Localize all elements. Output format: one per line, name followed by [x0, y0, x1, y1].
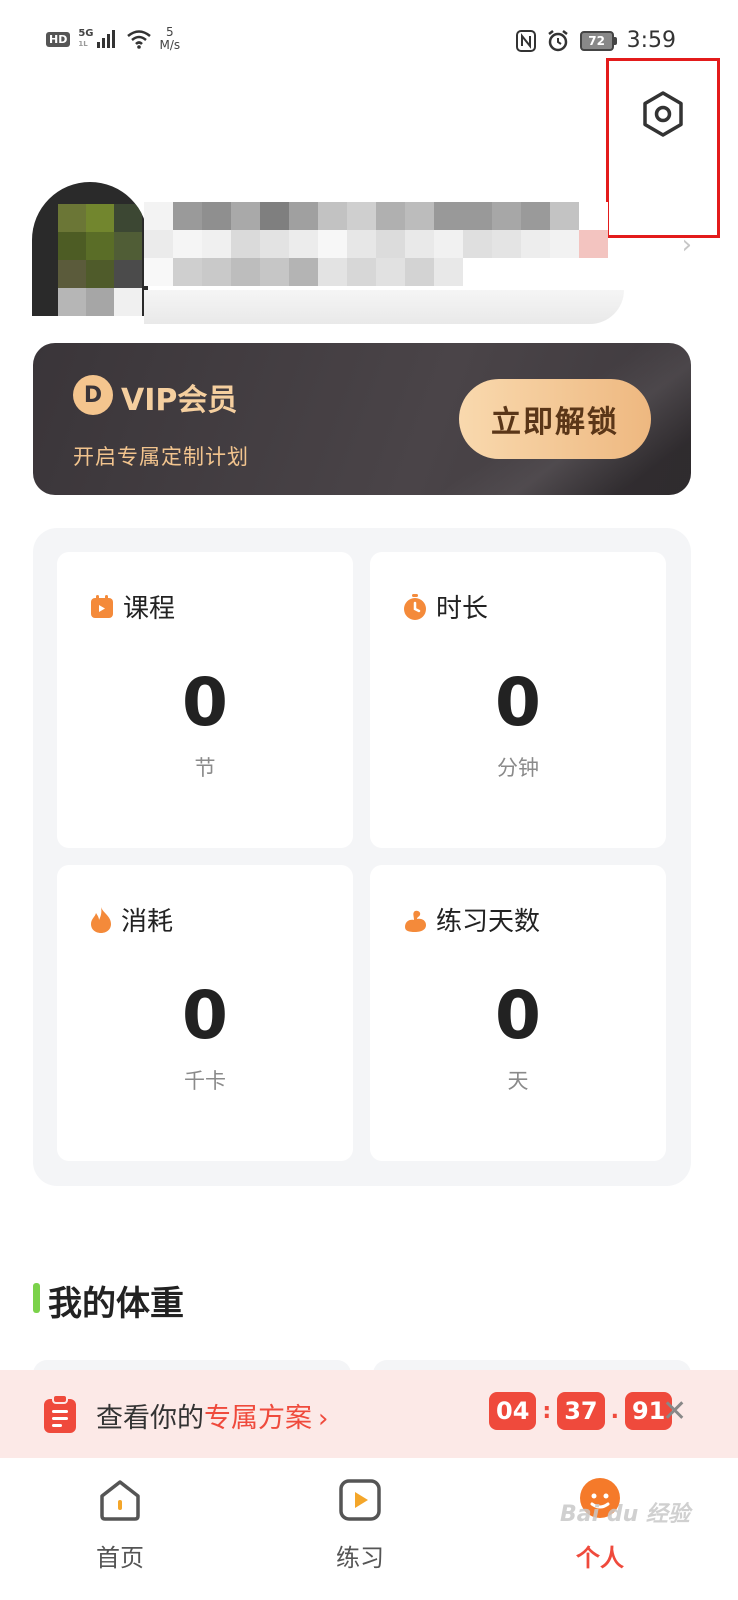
- stat-label: 时长: [436, 594, 489, 624]
- stat-unit: 天: [507, 1069, 529, 1093]
- network-speed: 5 M/s: [160, 26, 181, 52]
- bottom-navigation: 首页 练习 个人 Bai du 经验: [0, 1458, 738, 1600]
- timer-minutes: 04: [489, 1392, 537, 1430]
- status-right: 72 3:59: [515, 28, 676, 53]
- stat-value: 0: [182, 977, 228, 1054]
- battery-tip: [613, 36, 617, 45]
- wifi-icon: [126, 30, 151, 49]
- promo-text[interactable]: 查看你的专属方案 ›: [96, 1396, 328, 1435]
- timer-separator: :: [542, 1398, 552, 1424]
- nav-label: 首页: [96, 1544, 144, 1572]
- nav-item-home[interactable]: 首页: [60, 1476, 180, 1573]
- signal-icon: [96, 30, 115, 48]
- stat-card-calories[interactable]: 消耗 0 千卡: [57, 865, 353, 1161]
- vip-title: VIP会员: [121, 383, 238, 418]
- status-time: 3:59: [626, 28, 676, 53]
- vip-subtitle: 开启专属定制计划: [73, 445, 249, 469]
- countdown-timer: 04 : 37 . 91: [489, 1392, 673, 1430]
- calendar-icon: [91, 594, 113, 618]
- weight-section-title: 我的体重: [48, 1284, 184, 1324]
- nav-label: 个人: [576, 1544, 624, 1572]
- stat-value: 0: [495, 977, 541, 1054]
- watermark: Bai du 经验: [560, 1502, 690, 1527]
- home-icon: [100, 1480, 140, 1521]
- stat-card-practice-days[interactable]: 练习天数 0 天: [370, 865, 666, 1161]
- avatar[interactable]: [32, 182, 148, 316]
- stat-label: 课程: [123, 594, 176, 624]
- promo-text-prefix: 查看你的: [96, 1403, 204, 1434]
- unlock-vip-button[interactable]: 立即解锁: [459, 379, 651, 459]
- muscle-icon: [405, 910, 426, 932]
- stat-unit: 千卡: [184, 1069, 226, 1093]
- stat-value: 0: [182, 664, 228, 741]
- battery-level: 72: [579, 30, 614, 51]
- stat-value: 0: [495, 664, 541, 741]
- timer-seconds: 37: [557, 1392, 605, 1430]
- profile-chevron-icon: ›: [681, 230, 692, 260]
- clipboard-icon: [44, 1394, 76, 1433]
- stat-card-courses[interactable]: 课程 0 节: [57, 552, 353, 848]
- vip-card[interactable]: D VIP会员 开启专属定制计划 立即解锁: [33, 343, 691, 495]
- promo-text-highlight: 专属方案: [204, 1403, 312, 1434]
- vip-logo-icon: D: [73, 375, 113, 415]
- alarm-icon: [547, 29, 568, 51]
- status-left: HD 5G 1L 5 M/s: [46, 26, 180, 52]
- stopwatch-icon: [404, 593, 426, 620]
- nav-item-practice[interactable]: 练习: [300, 1476, 420, 1573]
- stat-label: 消耗: [121, 907, 174, 937]
- stat-unit: 节: [194, 756, 216, 780]
- profile-header[interactable]: ›: [32, 178, 692, 348]
- close-icon[interactable]: ✕: [662, 1394, 687, 1429]
- stat-unit: 分钟: [497, 756, 539, 780]
- nfc-icon: [515, 29, 536, 52]
- timer-separator: .: [610, 1398, 619, 1424]
- chevron-right-icon: ›: [318, 1404, 329, 1434]
- profile-subtitle-pixelated: [144, 290, 624, 324]
- profile-name-pixelated: [144, 202, 608, 286]
- network-subtype: 1L: [78, 40, 88, 48]
- network-type: 5G: [78, 28, 94, 39]
- play-icon: [339, 1479, 381, 1521]
- battery-indicator: 72: [579, 30, 617, 51]
- section-accent-bar: [33, 1283, 40, 1313]
- stats-panel: 课程 0 节 时长 0 分钟 消耗 0 千卡 练习天数 0 天: [33, 528, 691, 1186]
- flame-icon: [91, 906, 111, 933]
- stat-label: 练习天数: [436, 907, 541, 937]
- settings-gear-icon[interactable]: [641, 90, 685, 138]
- stat-card-duration[interactable]: 时长 0 分钟: [370, 552, 666, 848]
- promo-banner[interactable]: 查看你的专属方案 › 04 : 37 . 91 ✕: [0, 1370, 738, 1458]
- hd-indicator: HD: [46, 31, 71, 47]
- speed-unit: M/s: [159, 38, 181, 52]
- nav-label: 练习: [336, 1544, 384, 1572]
- network-indicator: 5G 1L: [78, 29, 117, 49]
